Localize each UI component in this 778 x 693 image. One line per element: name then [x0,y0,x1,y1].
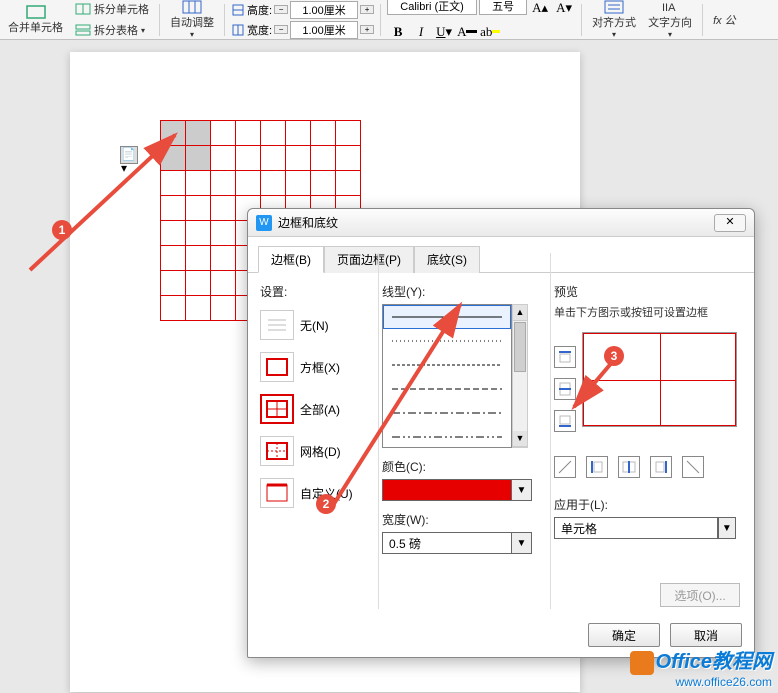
text-direction-button[interactable]: IIA 文字方向▾ [644,0,696,41]
annotation-badge-2: 2 [316,494,336,514]
ok-button[interactable]: 确定 [588,623,660,647]
dialog-footer: 确定 取消 [588,623,742,647]
height-dec[interactable]: − [274,5,288,14]
close-icon[interactable]: ✕ [714,214,746,232]
dialog-title: 边框和底纹 [278,214,338,231]
tab-shading[interactable]: 底纹(S) [414,246,480,273]
underline-button[interactable]: U▾ [433,21,455,43]
setting-grid-icon [260,436,294,466]
color-dropdown-icon[interactable]: ▼ [512,479,532,501]
alignment-label: 对齐方式 [592,14,636,30]
fx-label: fx 公 [713,12,736,28]
auto-fit-button[interactable]: 自动调整▾ [166,0,218,41]
row-height-control[interactable]: 高度: − + [231,1,374,19]
width-inc[interactable]: + [360,25,374,34]
dialog-tabs: 边框(B) 页面边框(P) 底纹(S) [248,237,754,273]
edge-diag2-button[interactable] [682,456,704,478]
edge-left-button[interactable] [586,456,608,478]
merge-cells-button[interactable]: 合并单元格 [4,3,67,37]
dialog-titlebar[interactable]: W 边框和底纹 ✕ [248,209,754,237]
scroll-down-icon[interactable]: ▼ [513,431,527,447]
cancel-button[interactable]: 取消 [670,623,742,647]
edge-right-button[interactable] [650,456,672,478]
annotation-badge-3: 3 [604,346,624,366]
fx-button[interactable]: fx 公 [709,10,740,30]
annotation-arrow-2 [320,290,480,520]
setting-box-icon [260,352,294,382]
font-name-combo[interactable] [387,0,477,15]
apply-to-label: 应用于(L): [554,496,742,513]
split-cells-label: 拆分单元格 [94,1,149,17]
preview-hint: 单击下方图示或按钮可设置边框 [554,304,742,320]
width-input[interactable] [290,21,358,39]
height-inc[interactable]: + [360,5,374,14]
text-direction-label: 文字方向 [648,14,692,30]
ribbon: 合并单元格 拆分单元格 拆分表格▾ 自动调整▾ 高度: − + 宽度: − + [0,0,778,40]
scroll-up-icon[interactable]: ▲ [513,305,527,321]
setting-none-icon [260,310,294,340]
edge-diag1-button[interactable] [554,456,576,478]
options-button[interactable]: 选项(O)... [660,583,740,607]
split-cells-button[interactable]: 拆分单元格 [71,0,153,19]
watermark-icon [630,651,654,675]
watermark-brand: Office教程网 [656,651,772,673]
width-dropdown-icon[interactable]: ▼ [512,532,532,554]
apply-to-dropdown-icon[interactable]: ▼ [718,517,736,539]
setting-custom-icon [260,478,294,508]
split-table-label: 拆分表格 [94,22,138,38]
auto-fit-label: 自动调整 [170,14,214,30]
font-size-combo[interactable] [479,0,527,15]
highlight-button[interactable]: ab [479,21,501,43]
col-width-control[interactable]: 宽度: − + [231,21,374,39]
height-label: 高度: [247,2,272,18]
tab-page-border[interactable]: 页面边框(P) [324,246,414,273]
line-style-scrollbar[interactable]: ▲ ▼ [512,304,528,448]
width-label: 宽度: [247,22,272,38]
annotation-arrow-1 [20,120,200,280]
svg-text:IIA: IIA [662,2,676,14]
font-color-button[interactable]: A [456,21,478,43]
preview-label: 预览 [554,283,742,300]
app-icon: W [256,215,272,231]
width-dec[interactable]: − [274,25,288,34]
watermark-url: www.office26.com [630,675,772,689]
edge-vcenter-button[interactable] [618,456,640,478]
watermark: Office教程网 www.office26.com [630,645,772,689]
setting-all-icon [260,394,294,424]
apply-to-value: 单元格 [555,520,717,537]
split-table-button[interactable]: 拆分表格▾ [71,20,153,40]
apply-to-combo[interactable]: 单元格 ▼ [554,517,736,539]
shrink-font-button[interactable]: A▾ [553,0,575,19]
merge-cells-label: 合并单元格 [8,19,63,35]
height-input[interactable] [290,1,358,19]
tab-border[interactable]: 边框(B) [258,246,324,273]
scroll-thumb[interactable] [514,322,526,372]
italic-button[interactable]: I [410,21,432,43]
annotation-badge-1: 1 [52,220,72,240]
bold-button[interactable]: B [387,21,409,43]
width-value: 0.5 磅 [382,532,512,554]
alignment-button[interactable]: 对齐方式▾ [588,0,640,41]
grow-font-button[interactable]: A▴ [529,0,551,19]
width-combo[interactable]: 0.5 磅 ▼ [382,532,542,554]
